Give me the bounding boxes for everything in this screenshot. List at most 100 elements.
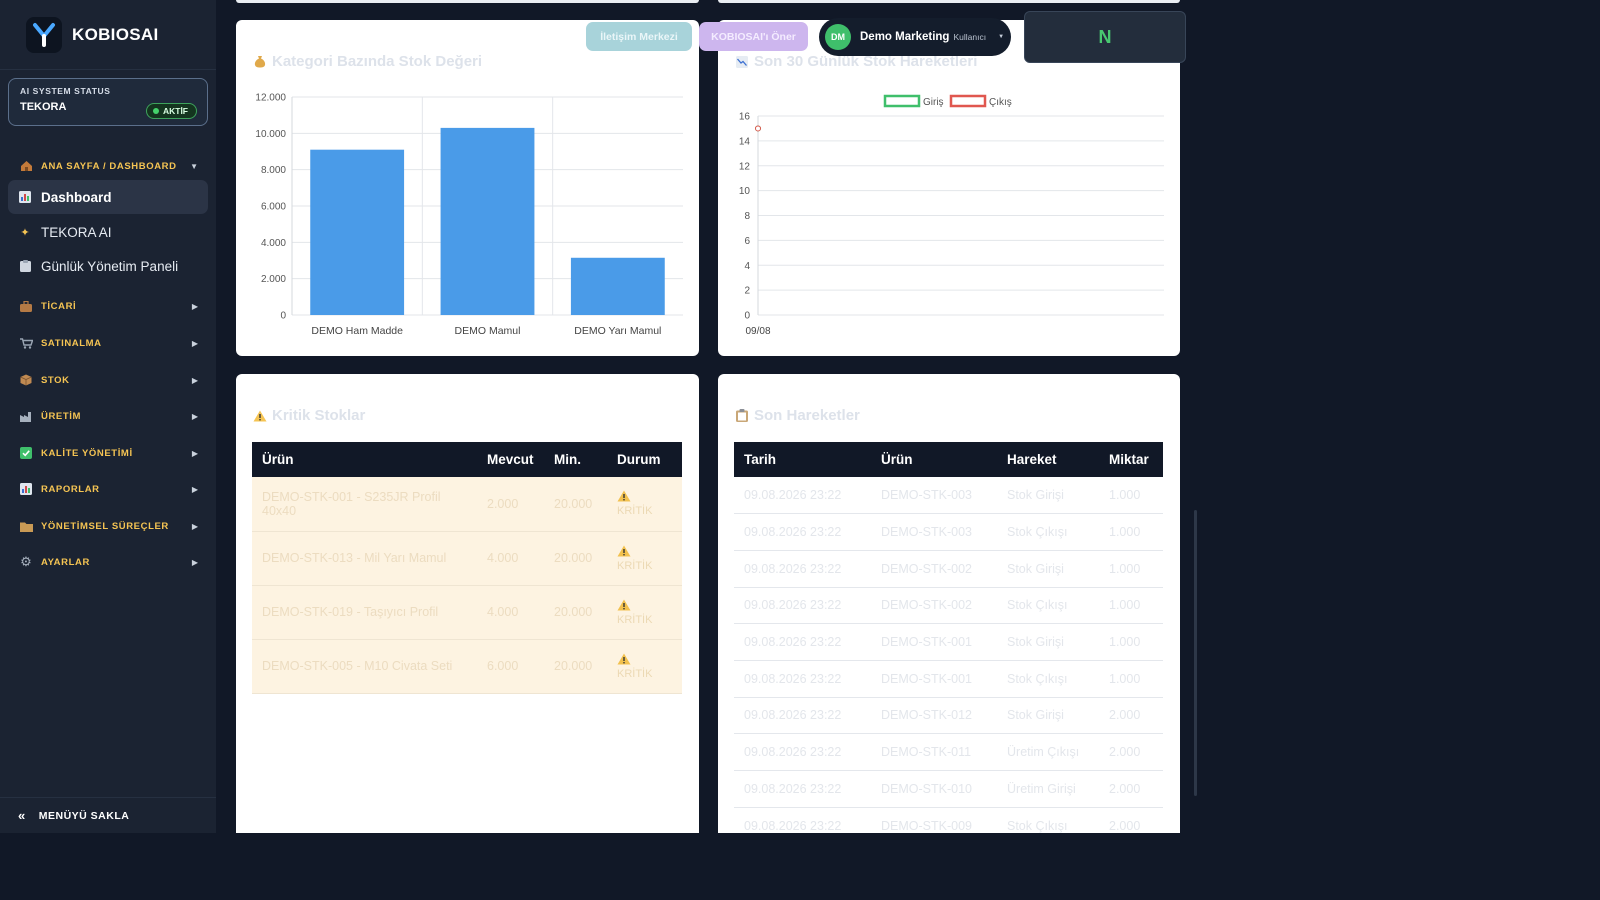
menu-section-yonetimsel[interactable]: YÖNETİMSEL SÜREÇLER ▶ <box>0 514 216 538</box>
user-menu[interactable]: DM Demo Marketing Kullanıcı ▼ <box>819 18 1011 56</box>
table-header-row: Tarih Ürün Hareket Miktar <box>734 442 1163 477</box>
recent-movements-card: Son Hareketler Tarih Ürün Hareket Miktar… <box>718 374 1180 833</box>
sidebar-item-tekora-ai[interactable]: ✦ TEKORA AI <box>8 215 208 249</box>
table-row[interactable]: DEMO-STK-005 - M10 Civata Seti 6.000 20.… <box>252 639 682 694</box>
cell-quantity: 1.000 <box>1099 477 1163 515</box>
cell-date: 09.08.2026 23:22 <box>734 697 871 735</box>
table-row[interactable]: 09.08.2026 23:22 DEMO-STK-011 Üretim Çıkış… <box>734 733 1163 771</box>
cell-movement: Stok Çıkışı <box>997 807 1099 833</box>
cell-movement: Stok Girişi <box>997 550 1099 588</box>
menu-section-stok[interactable]: STOK ▶ <box>0 368 216 392</box>
x-tick-label: DEMO Yarı Mamul <box>574 325 661 337</box>
cell-status: KRİTİK <box>607 477 682 532</box>
cell-date: 09.08.2026 23:22 <box>734 513 871 551</box>
scrollbar-thumb[interactable] <box>1194 510 1197 796</box>
column-header[interactable]: Durum <box>607 442 682 477</box>
table-row[interactable]: 09.08.2026 23:22 DEMO-STK-010 Üretim Giriş… <box>734 770 1163 808</box>
menu-section-uretim[interactable]: ÜRETİM ▶ <box>0 404 216 428</box>
app-name: KOBIOSAI <box>72 24 159 44</box>
menu-section-satinalma[interactable]: SATINALMA ▶ <box>0 331 216 355</box>
chevron-right-icon: ▶ <box>191 557 198 567</box>
menu-section-label: RAPORLAR <box>41 483 100 495</box>
cell-date: 09.08.2026 23:22 <box>734 807 871 833</box>
cell-movement: Stok Çıkışı <box>997 660 1099 698</box>
sidebar-item-daily-panel[interactable]: Günlük Yönetim Paneli <box>8 249 208 283</box>
notification-button[interactable]: N <box>1024 11 1186 63</box>
suggest-button[interactable]: KOBIOSAI'ı Öner <box>699 22 808 51</box>
column-header[interactable]: Ürün <box>871 442 997 477</box>
cell-quantity: 1.000 <box>1099 660 1163 698</box>
cell-date: 09.08.2026 23:22 <box>734 733 871 771</box>
menu-section-kalite[interactable]: KALİTE YÖNETİMİ ▶ <box>0 441 216 465</box>
cell-min: 20.000 <box>544 531 607 586</box>
column-header[interactable]: Miktar <box>1099 442 1163 477</box>
table-row[interactable]: DEMO-STK-001 - S235JR Profil 40x40 2.000… <box>252 477 682 532</box>
column-header[interactable]: Ürün <box>252 442 477 477</box>
notification-letter: N <box>1098 26 1112 47</box>
cell-quantity: 2.000 <box>1099 770 1163 808</box>
cell-product: DEMO-STK-001 - S235JR Profil 40x40 <box>252 477 477 532</box>
sidebar: KOBIOSAI AI SYSTEM STATUS TEKORA AKTİF A… <box>0 0 216 833</box>
table-row[interactable]: 09.08.2026 23:22 DEMO-STK-003 Stok Çıkışı 1… <box>734 513 1163 551</box>
contact-center-label: İletişim Merkezi <box>600 30 678 43</box>
menu-section-ayarlar[interactable]: ⚙ AYARLAR ▶ <box>0 550 216 574</box>
cell-quantity: 1.000 <box>1099 623 1163 661</box>
bar-chart-icon <box>18 190 32 204</box>
cell-product: DEMO-STK-002 <box>871 550 997 588</box>
sidebar-item-dashboard[interactable]: Dashboard <box>8 180 208 214</box>
chevron-right-icon: ▶ <box>191 448 198 458</box>
x-tick-label: DEMO Mamul <box>455 325 521 337</box>
data-point <box>755 125 761 132</box>
hide-menu-button[interactable]: « MENÜYÜ SAKLA <box>0 797 216 833</box>
bar <box>310 149 405 315</box>
avatar: DM <box>825 24 851 50</box>
card-title: Kritik Stoklar <box>253 407 365 424</box>
chevron-right-icon: ▶ <box>191 521 198 531</box>
card-stub <box>236 0 699 3</box>
legend-label: Giriş <box>923 97 944 108</box>
recent-movements-body: 09.08.2026 23:22 DEMO-STK-003 Stok Girişi 1… <box>734 477 1163 833</box>
chevron-right-icon: ▶ <box>191 301 198 311</box>
table-row[interactable]: DEMO-STK-013 - Mil Yarı Mamul 4.000 20.0… <box>252 531 682 586</box>
y-tick-label: 0 <box>744 311 750 322</box>
stock-movements-card: Son 30 Günlük Stok Hareketleri 0 2 4 6 8 10 12… <box>718 20 1180 356</box>
table-row[interactable]: 09.08.2026 23:22 DEMO-STK-002 Stok Girişi 1… <box>734 550 1163 588</box>
warning-icon <box>617 653 631 664</box>
brand[interactable]: KOBIOSAI <box>0 0 216 70</box>
menu-section-home[interactable]: ANA SAYFA / DASHBOARD ▼ <box>0 154 216 178</box>
table-row[interactable]: DEMO-STK-019 - Taşıyıcı Profil 4.000 20.… <box>252 585 682 640</box>
menu-section-label: KALİTE YÖNETİMİ <box>41 447 133 459</box>
logo-icon <box>26 16 62 53</box>
cell-product: DEMO-STK-002 <box>871 587 997 625</box>
menu-section-ticari[interactable]: TİCARİ ▶ <box>0 294 216 318</box>
cell-product: DEMO-STK-011 <box>871 733 997 771</box>
table-row[interactable]: 09.08.2026 23:22 DEMO-STK-012 Stok Girişi 2… <box>734 697 1163 735</box>
cell-quantity: 2.000 <box>1099 733 1163 771</box>
card-title: Son Hareketler <box>735 407 860 424</box>
cell-quantity: 1.000 <box>1099 513 1163 551</box>
table-row[interactable]: 09.08.2026 23:22 DEMO-STK-003 Stok Girişi 1… <box>734 477 1163 515</box>
table-row[interactable]: 09.08.2026 23:22 DEMO-STK-009 Stok Çıkışı 2… <box>734 807 1163 833</box>
status-badge: AKTİF <box>145 103 197 119</box>
legend-label: Çıkış <box>989 97 1012 108</box>
card-stub <box>718 0 1180 3</box>
cell-quantity: 1.000 <box>1099 550 1163 588</box>
bar <box>440 127 535 315</box>
column-header[interactable]: Min. <box>544 442 607 477</box>
cell-product: DEMO-STK-019 - Taşıyıcı Profil <box>252 585 477 640</box>
contact-center-button[interactable]: İletişim Merkezi <box>586 22 692 51</box>
cell-date: 09.08.2026 23:22 <box>734 770 871 808</box>
table-row[interactable]: 09.08.2026 23:22 DEMO-STK-001 Stok Çıkışı 1… <box>734 660 1163 698</box>
y-tick-label: 10.000 <box>255 129 286 140</box>
y-tick-label: 4 <box>744 261 750 272</box>
cell-product: DEMO-STK-001 <box>871 623 997 661</box>
table-row[interactable]: 09.08.2026 23:22 DEMO-STK-001 Stok Girişi 1… <box>734 623 1163 661</box>
status-badge-text: AKTİF <box>162 106 188 116</box>
status-text: KRİTİK <box>617 667 653 680</box>
table-row[interactable]: 09.08.2026 23:22 DEMO-STK-002 Stok Çıkışı 1… <box>734 587 1163 625</box>
column-header[interactable]: Tarih <box>734 442 871 477</box>
menu-section-raporlar[interactable]: RAPORLAR ▶ <box>0 477 216 501</box>
table-header-row: Ürün Mevcut Min. Durum <box>252 442 682 477</box>
column-header[interactable]: Mevcut <box>477 442 544 477</box>
column-header[interactable]: Hareket <box>997 442 1099 477</box>
